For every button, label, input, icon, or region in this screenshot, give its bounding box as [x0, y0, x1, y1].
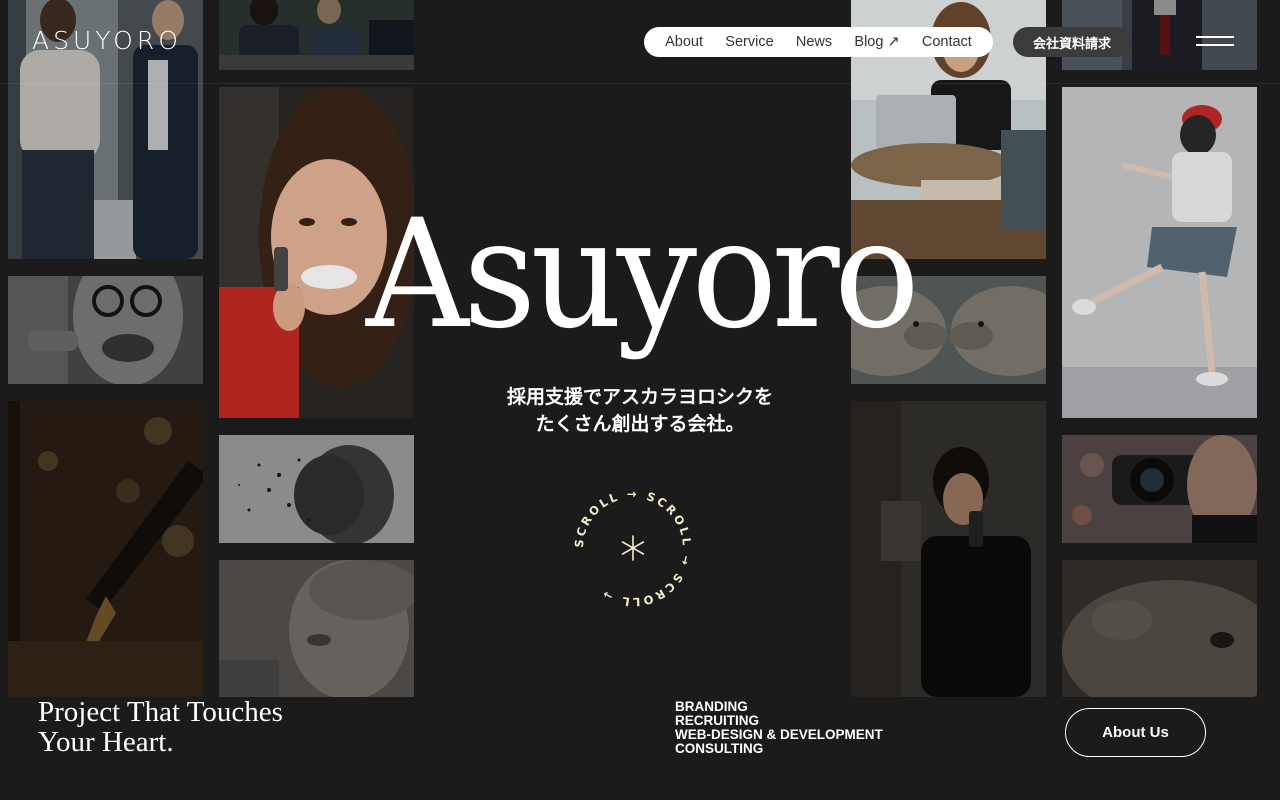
nav-about[interactable]: About	[665, 34, 703, 50]
menu-icon[interactable]	[1196, 36, 1234, 48]
tagline: Project That Touches Your Heart.	[38, 697, 283, 757]
photo-animal-closeup	[1062, 560, 1257, 697]
request-materials-button[interactable]: 会社資料請求	[1013, 27, 1131, 57]
about-us-button[interactable]: About Us	[1065, 708, 1206, 757]
main-nav: About Service News Blog ↗ Contact	[644, 27, 993, 57]
photo-woman-phone-office	[851, 401, 1046, 697]
header-divider	[0, 83, 1280, 84]
photo-statue	[219, 560, 414, 697]
service-consulting: CONSULTING	[675, 741, 764, 756]
nav-service[interactable]: Service	[725, 34, 773, 50]
site-logo[interactable]: ASUYORO	[32, 26, 182, 55]
service-web-design: WEB-DESIGN & DEVELOPMENT	[675, 727, 883, 742]
photo-camera-photographer	[1062, 435, 1257, 543]
tagline-line-1: Project That Touches	[38, 696, 283, 728]
photo-handshake-meeting	[219, 0, 414, 70]
tagline-line-2: Your Heart.	[38, 726, 174, 758]
hero-subtitle-line-2: たくさん創出する会社。	[535, 413, 745, 435]
service-recruiting: RECRUITING	[675, 713, 759, 728]
service-branding: BRANDING	[675, 699, 748, 714]
nav-contact[interactable]: Contact	[922, 34, 972, 50]
photo-fountain-pen	[8, 401, 203, 697]
nav-news[interactable]: News	[796, 34, 832, 50]
services-list: BRANDING RECRUITING WEB-DESIGN & DEVELOP…	[675, 700, 883, 756]
photo-dispersing-head	[219, 435, 414, 543]
hero-subtitle-line-1: 採用支援でアスカラヨロシクを	[506, 386, 773, 408]
nav-blog[interactable]: Blog ↗	[854, 34, 899, 50]
hero-title: Asuyoro	[365, 188, 920, 362]
asterisk-icon	[621, 535, 645, 561]
hero-subtitle: 採用支援でアスカラヨロシクを たくさん創出する会社。	[0, 384, 1280, 438]
scroll-indicator[interactable]: SCROLL → SCROLL → SCROLL →	[568, 483, 698, 613]
